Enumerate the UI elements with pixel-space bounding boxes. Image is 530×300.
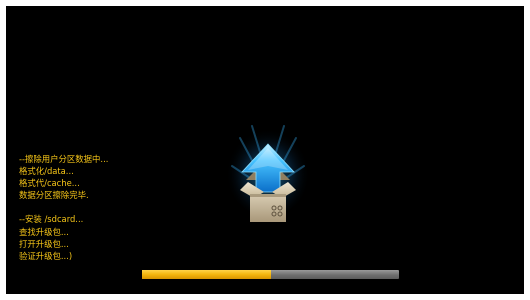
log-line: --安装 /sdcard... <box>19 214 84 225</box>
log-line: --擦除用户分区数据中... <box>19 154 109 164</box>
log-line: 打开升级包... <box>19 238 69 249</box>
log-line: 验证升级包...) <box>19 250 73 261</box>
log-line: 格式化/data... <box>19 166 74 177</box>
update-progress-bar <box>142 270 399 279</box>
progress-fill <box>142 270 271 279</box>
log-line: 数据分区擦除完毕. <box>19 190 89 201</box>
log-line: 格式代/cache... <box>19 178 80 189</box>
recovery-screen: --擦除用户分区数据中... 格式化/data... 格式代/cache... … <box>6 6 524 294</box>
system-update-icon <box>224 108 312 226</box>
log-line: 查找升级包... <box>19 226 69 237</box>
recovery-log: --擦除用户分区数据中... 格式化/data... 格式代/cache... … <box>19 153 219 262</box>
